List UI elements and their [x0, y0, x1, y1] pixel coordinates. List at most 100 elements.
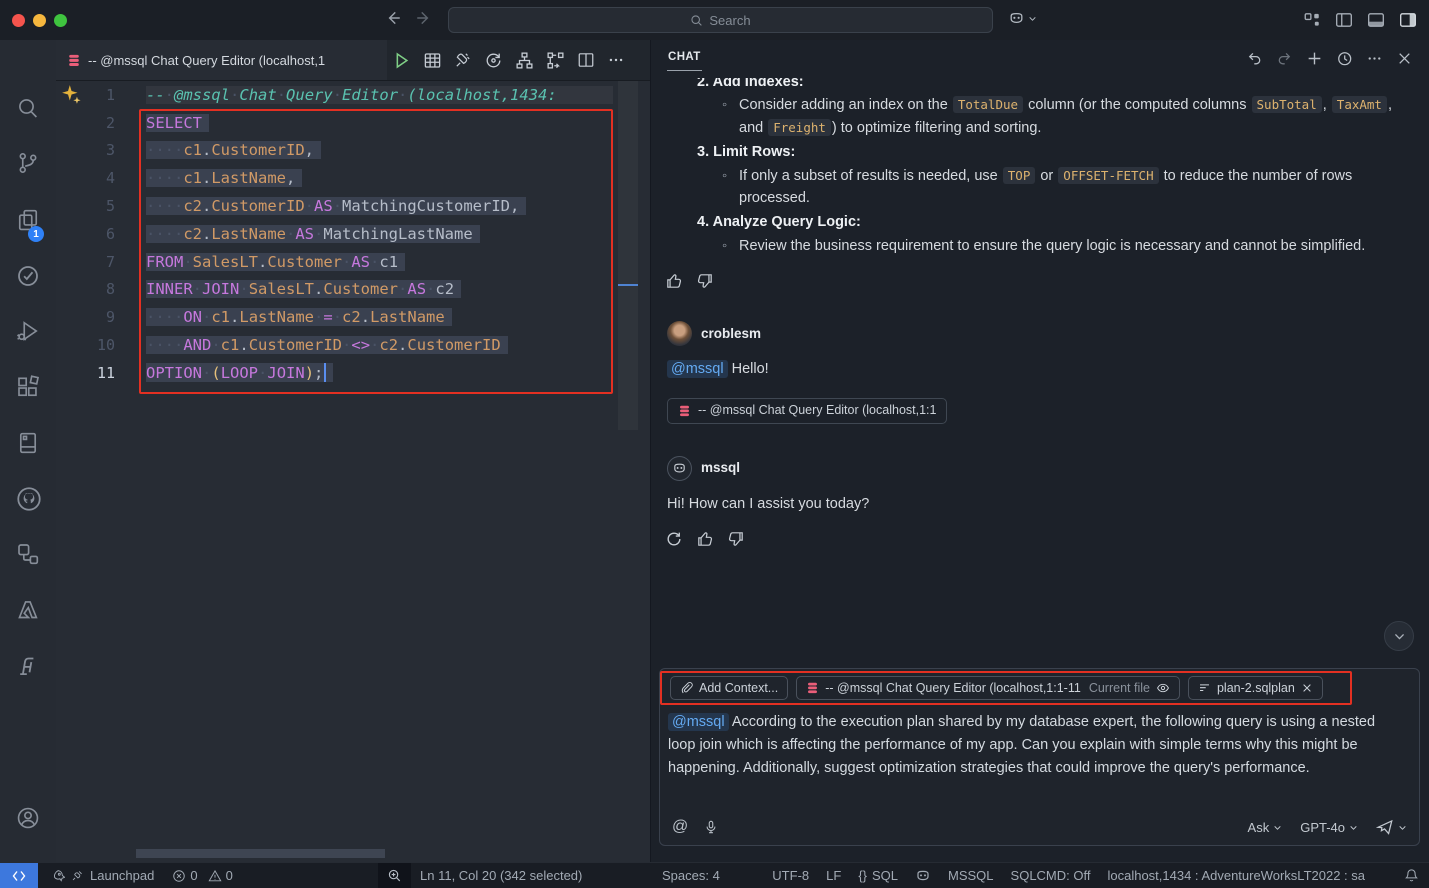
code-line[interactable]: 3····c1.CustomerID, — [56, 137, 638, 165]
toggle-primary-sidebar-icon[interactable] — [1335, 11, 1353, 29]
chat-input-text[interactable]: @mssql According to the execution plan s… — [660, 700, 1419, 780]
zoom-indicator[interactable] — [378, 863, 411, 888]
editor-scrollbar[interactable] — [618, 81, 638, 430]
code-line[interactable]: 9····ON·c1.LastName·=·c2.LastName — [56, 303, 638, 331]
code-line[interactable]: 7FROM·SalesLT.Customer·AS·c1 — [56, 248, 638, 276]
chat-input-container[interactable]: Add Context... -- @mssql Chat Query Edit… — [659, 668, 1420, 846]
remove-context-icon[interactable] — [1301, 682, 1313, 694]
thumbs-down-icon[interactable] — [727, 530, 745, 548]
code-line[interactable]: 2SELECT — [56, 109, 638, 137]
line-number: 6 — [56, 225, 146, 243]
mention-chip: @mssql — [667, 360, 728, 378]
navigate-back-icon[interactable] — [384, 9, 402, 27]
github-icon[interactable] — [16, 486, 40, 510]
fabric-icon[interactable] — [16, 654, 40, 678]
notifications-bell-icon[interactable] — [1404, 868, 1419, 883]
eol-item[interactable]: LF — [826, 868, 841, 883]
code-line[interactable]: 5····c2.CustomerID·AS·MatchingCustomerID… — [56, 192, 638, 220]
thumbs-up-icon[interactable] — [696, 530, 714, 548]
feedback-row — [665, 530, 1403, 548]
thumbs-up-icon[interactable] — [665, 272, 683, 290]
horizontal-scrollbar[interactable] — [136, 849, 385, 858]
problems-item[interactable]: 0 0 — [172, 868, 232, 883]
search-view-icon[interactable] — [16, 96, 40, 120]
vscode-window: Search — [0, 0, 1429, 888]
current-file-context-chip[interactable]: -- @mssql Chat Query Editor (localhost,1… — [796, 676, 1180, 700]
retry-icon[interactable] — [665, 530, 683, 548]
eye-icon[interactable] — [1156, 681, 1170, 695]
azure-icon[interactable] — [16, 598, 40, 622]
undo-icon[interactable] — [1246, 50, 1263, 67]
code-line[interactable]: 4····c1.LastName, — [56, 164, 638, 192]
inline-code: TotalDue — [953, 96, 1023, 113]
remote-indicator[interactable] — [0, 863, 38, 888]
notebooks-view-icon[interactable] — [16, 431, 40, 455]
estimated-plan-icon[interactable] — [515, 51, 534, 70]
line-number: 8 — [56, 280, 146, 298]
connect-icon[interactable] — [454, 51, 472, 69]
sqlplan-context-chip[interactable]: plan-2.sqlplan — [1188, 676, 1323, 700]
add-context-chip[interactable]: Add Context... — [670, 676, 788, 700]
copilot-status-icon[interactable] — [915, 868, 931, 884]
code-text: ····c2.LastName·AS·MatchingLastName — [146, 225, 480, 243]
run-debug-icon[interactable] — [16, 319, 40, 343]
close-panel-icon[interactable] — [1396, 50, 1413, 67]
connection-item[interactable]: localhost,1434 : AdventureWorksLT2022 : … — [1107, 868, 1365, 883]
code-line[interactable]: 10····AND·c1.CustomerID·<>·c2.CustomerID — [56, 331, 638, 359]
chat-more-icon[interactable] — [1366, 50, 1383, 67]
scroll-to-bottom-button[interactable] — [1384, 621, 1414, 651]
bullet-icon: ◦ — [722, 94, 727, 116]
mssql-item[interactable]: MSSQL — [948, 868, 994, 883]
toggle-panel-icon[interactable] — [1367, 11, 1385, 29]
code-text: ····c2.CustomerID·AS·MatchingCustomerID, — [146, 197, 526, 215]
redo-icon[interactable] — [1276, 50, 1293, 67]
change-connection-icon[interactable] — [484, 51, 503, 70]
test-explorer-icon[interactable] — [16, 264, 40, 288]
editor-tab-label: -- @mssql Chat Query Editor (localhost,1 — [88, 53, 325, 68]
code-line[interactable]: 6····c2.LastName·AS·MatchingLastName — [56, 220, 638, 248]
model-dropdown[interactable]: GPT-4o — [1300, 820, 1358, 835]
language-mode-item[interactable]: {} SQL — [858, 868, 898, 883]
cursor-position-item[interactable]: Ln 11, Col 20 (342 selected) — [420, 868, 582, 883]
customize-layout-icon[interactable] — [1303, 11, 1321, 29]
split-editor-icon[interactable] — [577, 51, 595, 69]
toggle-secondary-sidebar-icon[interactable] — [1399, 11, 1417, 29]
indentation-item[interactable]: Spaces: 4 — [662, 868, 720, 883]
sqlcmd-item[interactable]: SQLCMD: Off — [1011, 868, 1091, 883]
extensions-icon[interactable] — [16, 375, 40, 399]
mode-dropdown[interactable]: Ask — [1248, 820, 1283, 835]
send-button[interactable] — [1376, 818, 1407, 836]
more-actions-icon[interactable] — [607, 51, 625, 69]
account-icon[interactable] — [16, 806, 40, 830]
code-line[interactable]: 11OPTION·(LOOP·JOIN); — [56, 359, 638, 387]
copilot-menu[interactable] — [1008, 10, 1037, 27]
navigate-forward-icon[interactable] — [415, 9, 433, 27]
encoding-item[interactable]: UTF-8 — [772, 868, 809, 883]
activity-bar: 1 — [0, 40, 56, 862]
mention-chip: @mssql — [668, 713, 729, 731]
message-attachment-chip[interactable]: -- @mssql Chat Query Editor (localhost,1… — [667, 398, 947, 424]
chat-tab[interactable]: CHAT — [667, 47, 702, 71]
mention-icon[interactable]: @ — [672, 818, 688, 836]
launchpad-item[interactable]: Launchpad — [51, 868, 154, 883]
editor-tab[interactable]: -- @mssql Chat Query Editor (localhost,1 — [56, 40, 387, 80]
maximize-window-button[interactable] — [54, 14, 67, 27]
results-grid-icon[interactable] — [423, 51, 442, 70]
containers-icon[interactable] — [16, 542, 40, 566]
code-editor[interactable]: 1--·@mssql·Chat·Query·Editor·(localhost,… — [56, 81, 650, 862]
thumbs-down-icon[interactable] — [696, 272, 714, 290]
command-center-search[interactable]: Search — [448, 7, 993, 33]
close-window-button[interactable] — [12, 14, 25, 27]
chat-history-icon[interactable] — [1336, 50, 1353, 67]
new-chat-icon[interactable] — [1306, 50, 1323, 67]
minimize-window-button[interactable] — [33, 14, 46, 27]
current-file-suffix: Current file — [1089, 681, 1150, 695]
run-query-button[interactable] — [392, 51, 411, 70]
code-line[interactable]: 1--·@mssql·Chat·Query·Editor·(localhost,… — [56, 81, 638, 109]
microphone-icon[interactable] — [704, 819, 718, 835]
source-control-icon[interactable] — [16, 151, 40, 175]
code-text: ····AND·c1.CustomerID·<>·c2.CustomerID — [146, 336, 508, 354]
chat-transcript[interactable]: 2. Add Indexes:◦Consider adding an index… — [651, 78, 1429, 618]
query-plan-icon[interactable] — [546, 51, 565, 70]
code-line[interactable]: 8INNER·JOIN·SalesLT.Customer·AS·c2 — [56, 276, 638, 304]
